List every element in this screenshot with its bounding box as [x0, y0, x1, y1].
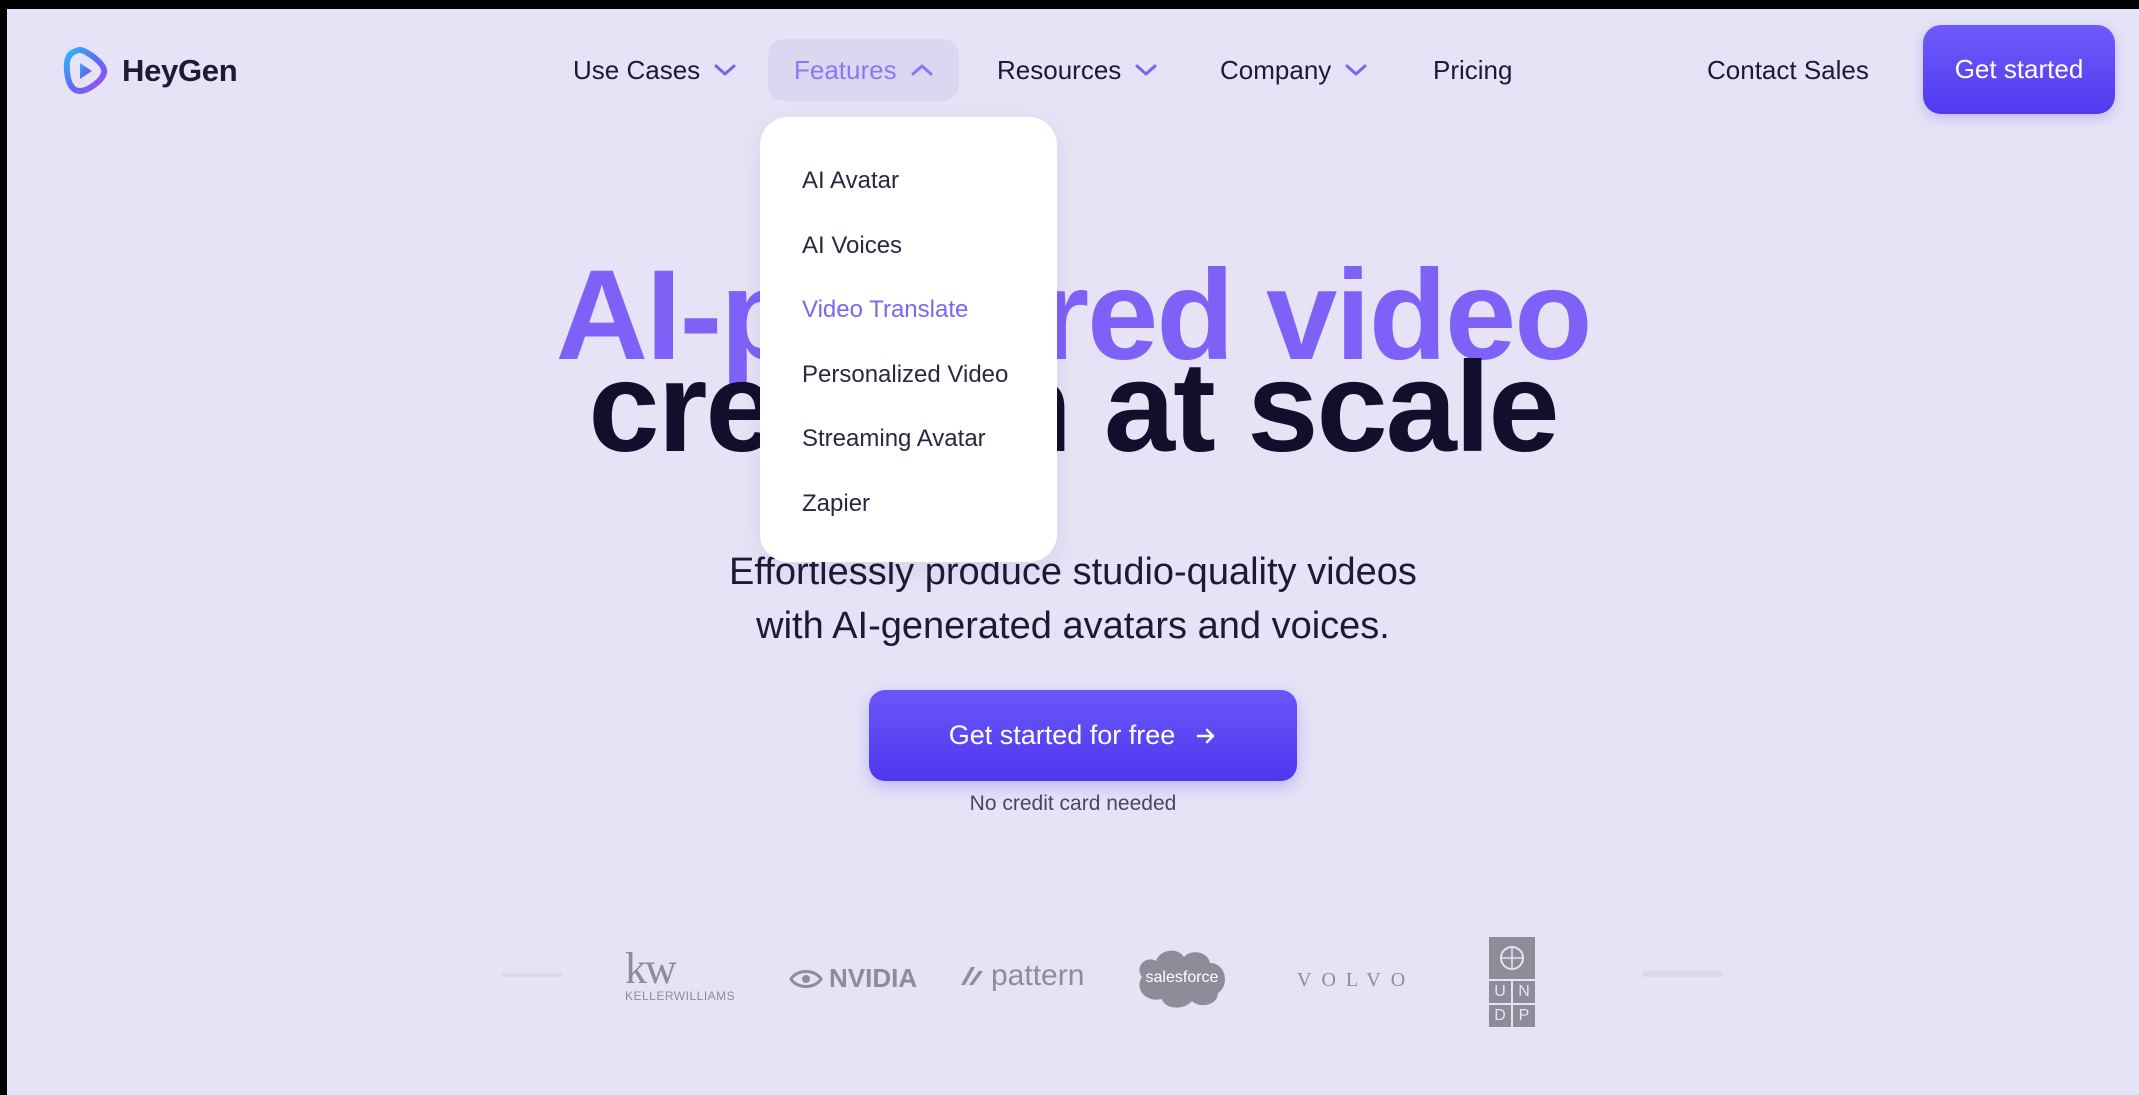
nav-pricing[interactable]: Pricing [1407, 39, 1538, 101]
heygen-logo-icon [63, 47, 108, 94]
nvidia-eye-icon [789, 969, 823, 988]
faded-logo-icon [1642, 971, 1722, 977]
nav-resources-label: Resources [997, 54, 1122, 85]
nav-use-cases[interactable]: Use Cases [547, 39, 762, 101]
nav-use-cases-label: Use Cases [573, 54, 701, 85]
salesforce-logo: salesforce [1134, 945, 1230, 1011]
top-nav: HeyGen Use Cases Features Resources Comp… [7, 9, 2139, 131]
nvidia-logo: NVIDIA [789, 963, 917, 994]
globe-icon [1500, 946, 1524, 970]
hero-headline-line2: creation at scale [588, 336, 1559, 479]
menu-item-zapier[interactable]: Zapier [760, 472, 1057, 537]
no-credit-card-note: No credit card needed [969, 792, 1177, 815]
arrow-right-icon [1197, 728, 1215, 743]
undp-letter-u: U [1489, 981, 1511, 1003]
kw-logo-text: KELLERWILLIAMS [625, 989, 736, 1003]
nav-pricing-label: Pricing [1433, 54, 1513, 85]
hero-subtitle-line2: with AI-generated avatars and voices. [756, 605, 1390, 647]
volvo-logo: VOLVO [1297, 969, 1416, 991]
cta-label: Get started for free [948, 720, 1176, 750]
undp-letter-n: N [1513, 981, 1535, 1003]
nav-company[interactable]: Company [1194, 39, 1393, 101]
nav-features[interactable]: Features [768, 39, 959, 101]
pattern-mark-icon [961, 967, 983, 985]
customer-logos-strip: kw KELLERWILLIAMS NVIDIA pattern salesfo… [7, 909, 2139, 1039]
undp-letter-d: D [1489, 1005, 1511, 1027]
menu-item-personalized-video[interactable]: Personalized Video [760, 343, 1057, 408]
faded-logo-icon [502, 973, 562, 977]
menu-item-video-translate[interactable]: Video Translate [760, 278, 1057, 343]
pattern-logo: pattern [959, 959, 1084, 993]
menu-item-streaming-avatar[interactable]: Streaming Avatar [760, 407, 1057, 472]
brand-logo[interactable]: HeyGen [62, 45, 238, 97]
pattern-logo-text: pattern [991, 959, 1085, 992]
chevron-down-icon [1135, 64, 1157, 76]
faded-logo-left [502, 969, 562, 981]
salesforce-logo-text: salesforce [1145, 969, 1219, 986]
chevron-up-icon [911, 64, 933, 76]
page: HeyGen Use Cases Features Resources Comp… [7, 9, 2139, 1095]
features-dropdown-menu: AI Avatar AI Voices Video Translate Pers… [760, 117, 1057, 562]
nav-resources[interactable]: Resources [971, 39, 1183, 101]
undp-letter-p: P [1513, 1005, 1535, 1027]
brand-name: HeyGen [122, 53, 238, 88]
un-emblem-icon [1489, 937, 1535, 979]
get-started-button[interactable]: Get started [1923, 25, 2115, 114]
nav-company-label: Company [1220, 54, 1332, 85]
nvidia-logo-text: NVIDIA [829, 963, 918, 993]
undp-logo: U N D P [1487, 937, 1537, 1027]
contact-sales-link[interactable]: Contact Sales [1707, 39, 1869, 101]
faded-logo-right [1642, 967, 1722, 981]
chevron-down-icon [714, 64, 736, 76]
undp-row-1: U N [1489, 981, 1535, 1003]
undp-row-2: D P [1489, 1005, 1535, 1027]
nav-features-label: Features [794, 54, 897, 85]
get-started-free-button[interactable]: Get started for free [869, 690, 1297, 781]
hero-subtitle-line1: Effortlessly produce studio-quality vide… [729, 551, 1417, 593]
kw-logo-mark: kw [625, 944, 677, 993]
chevron-down-icon [1345, 64, 1367, 76]
keller-williams-logo: kw KELLERWILLIAMS [625, 944, 736, 1004]
menu-item-ai-voices[interactable]: AI Voices [760, 214, 1057, 279]
menu-item-ai-avatar[interactable]: AI Avatar [760, 149, 1057, 214]
